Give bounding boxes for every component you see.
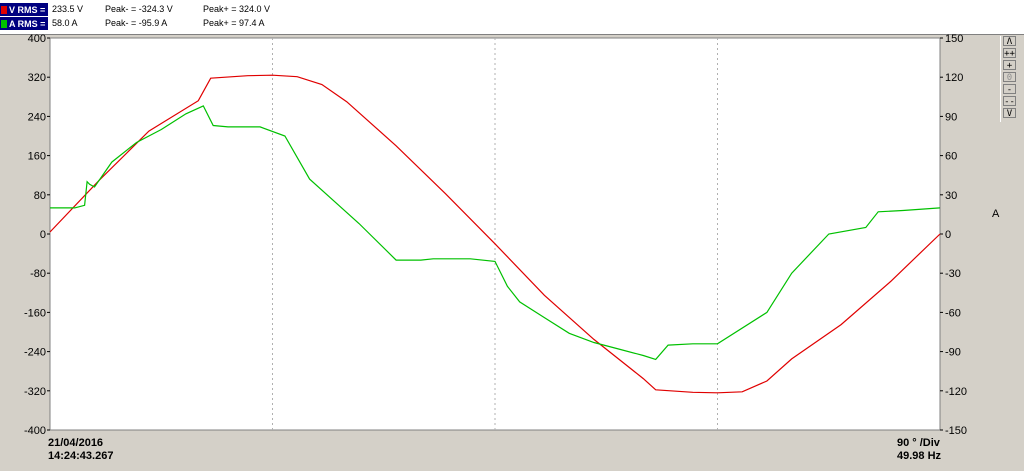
legend-panel: V RMS = 233.5 V Peak- = -324.3 V Peak+ =…	[0, 0, 1024, 35]
y-right-tick-label: 30	[945, 190, 957, 202]
zoom-button-0[interactable]: Λ	[1003, 36, 1016, 47]
y-right-tick-label: -60	[945, 307, 961, 319]
current-rms-value: 58.0 A	[52, 18, 78, 28]
zoom-button-4[interactable]: -	[1003, 84, 1016, 95]
current-peak-positive: Peak+ = 97.4 A	[203, 18, 265, 28]
y-right-tick-label: -90	[945, 347, 961, 359]
zoom-button-1[interactable]: ++	[1003, 48, 1016, 59]
current-rms-label: A RMS =	[9, 18, 46, 29]
y-right-tick-label: 90	[945, 111, 957, 123]
division-label: 90 ° /Div	[897, 437, 940, 449]
current-peak-negative: Peak- = -95.9 A	[105, 18, 168, 28]
frequency-label: 49.98 Hz	[897, 450, 942, 462]
y-right-tick-label: 150	[945, 34, 963, 45]
voltage-rms-value: 233.5 V	[52, 4, 84, 14]
voltage-rms-label: V RMS =	[9, 4, 46, 15]
y-right-tick-label: -150	[945, 425, 967, 437]
waveform-chart-svg: 400 320 240 160 80 0 -80 -160 -240 -320 -400 150 120…	[24, 33, 1000, 437]
y-left-tick-label: 160	[28, 151, 46, 163]
y-right-tick-label: -120	[945, 386, 967, 398]
legend-row-voltage: V RMS =	[0, 3, 48, 16]
voltage-legend-tag: V RMS =	[0, 3, 48, 16]
y-right-axis-label: A	[992, 208, 1000, 220]
zoom-button-3[interactable]: 0	[1003, 72, 1016, 83]
zoom-button-6[interactable]: V	[1003, 108, 1016, 119]
y-left-tick-label: 320	[28, 72, 46, 84]
current-legend-tag: A RMS =	[0, 17, 48, 30]
y-left-tick-label: -400	[24, 425, 46, 437]
y-left-tick-label: 400	[28, 34, 46, 45]
y-left-tick-label: 0	[40, 229, 46, 241]
y-left-tick-label: 80	[34, 190, 46, 202]
capture-date: 21/04/2016	[48, 437, 104, 449]
current-color-swatch-icon	[1, 19, 7, 28]
voltage-peak-negative: Peak- = -324.3 V	[105, 4, 173, 14]
legend-row-current: A RMS =	[0, 17, 48, 30]
y-left-tick-label: -320	[24, 386, 46, 398]
voltage-peak-positive: Peak+ = 324.0 V	[203, 4, 271, 14]
y-right-tick-label: -30	[945, 268, 961, 280]
zoom-button-5[interactable]: --	[1003, 96, 1016, 107]
y-left-tick-label: -160	[24, 307, 46, 319]
y-left-tick-label: -80	[30, 268, 46, 280]
y-right-tick-label: 0	[945, 229, 951, 241]
y-right-tick-label: 120	[945, 72, 963, 84]
voltage-color-swatch-icon	[1, 5, 7, 14]
y-left-tick-label: 240	[28, 111, 46, 123]
waveform-chart[interactable]: 400 320 240 160 80 0 -80 -160 -240 -320 -400 150 120…	[0, 33, 1024, 468]
y-right-tick-label: 60	[945, 151, 957, 163]
zoom-button-2[interactable]: +	[1003, 60, 1016, 71]
y-left-tick-label: -240	[24, 347, 46, 359]
capture-time: 14:24:43.267	[48, 450, 114, 462]
